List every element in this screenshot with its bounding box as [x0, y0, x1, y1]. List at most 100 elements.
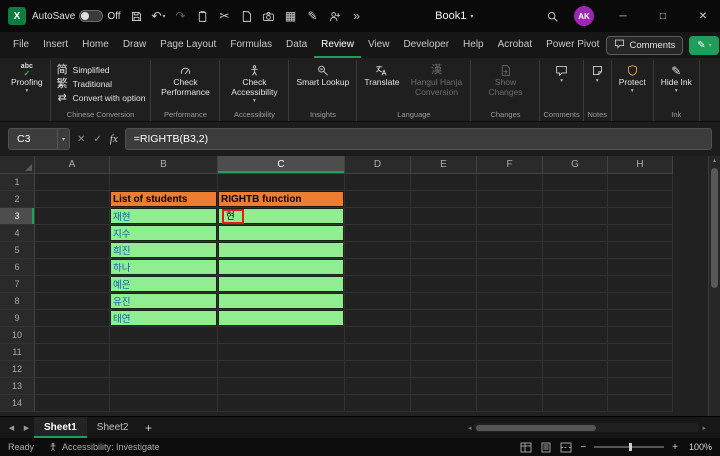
cell-B7[interactable]: 예은: [110, 276, 218, 293]
cell-D8[interactable]: [345, 293, 411, 310]
borders-icon[interactable]: ▦: [281, 5, 301, 27]
cell-A7[interactable]: [35, 276, 110, 293]
cell-C7[interactable]: [218, 276, 345, 293]
vertical-scroll-thumb[interactable]: [711, 168, 718, 288]
tab-power-pivot[interactable]: Power Pivot: [539, 32, 606, 58]
workbook-title[interactable]: Book1 ▾: [435, 10, 473, 22]
row-header-7[interactable]: 7: [0, 276, 35, 293]
tab-acrobat[interactable]: Acrobat: [491, 32, 539, 58]
cell-D1[interactable]: [345, 174, 411, 191]
cell-A11[interactable]: [35, 344, 110, 361]
cell-C6[interactable]: [218, 259, 345, 276]
new-sheet-button[interactable]: +: [139, 419, 159, 437]
protect-button[interactable]: Protect ▾: [615, 60, 650, 108]
cell-C14[interactable]: [218, 395, 345, 412]
cell-E7[interactable]: [411, 276, 477, 293]
cell-E14[interactable]: [411, 395, 477, 412]
cell-H2[interactable]: [608, 191, 673, 208]
minimize-button[interactable]: ─: [606, 0, 640, 32]
tab-home[interactable]: Home: [75, 32, 116, 58]
cell-G7[interactable]: [543, 276, 608, 293]
scissors-icon[interactable]: ✂: [215, 5, 235, 27]
draw-icon[interactable]: ✎: [303, 5, 323, 27]
vertical-scrollbar[interactable]: ▴: [708, 156, 720, 416]
page-break-view-icon[interactable]: [560, 442, 572, 453]
avatar[interactable]: AK: [574, 6, 594, 26]
cell-A6[interactable]: [35, 259, 110, 276]
cell-D10[interactable]: [345, 327, 411, 344]
sheet-nav-right-icon[interactable]: ▶: [19, 424, 34, 432]
cell-C2[interactable]: RIGHTB function: [218, 191, 345, 208]
cell-H11[interactable]: [608, 344, 673, 361]
cell-G12[interactable]: [543, 361, 608, 378]
cell-H10[interactable]: [608, 327, 673, 344]
notes-button[interactable]: ▾: [587, 60, 608, 108]
cell-D7[interactable]: [345, 276, 411, 293]
cell-E3[interactable]: [411, 208, 477, 225]
cell-C5[interactable]: [218, 242, 345, 259]
tab-developer[interactable]: Developer: [396, 32, 456, 58]
page-layout-view-icon[interactable]: [540, 442, 552, 453]
hangul-hanja-conversion-button[interactable]: 漢 Hangul Hanja Conversion: [405, 60, 467, 108]
hide-ink-button[interactable]: ✎ Hide Ink ▾: [657, 60, 696, 108]
tab-draw[interactable]: Draw: [116, 32, 153, 58]
zoom-slider[interactable]: [594, 443, 665, 451]
name-box[interactable]: C3 ▾: [8, 128, 70, 150]
cell-E10[interactable]: [411, 327, 477, 344]
cell-H5[interactable]: [608, 242, 673, 259]
zoom-level[interactable]: 100%: [686, 442, 712, 452]
column-header-f[interactable]: F: [477, 156, 543, 174]
cell-E11[interactable]: [411, 344, 477, 361]
tab-file[interactable]: File: [6, 32, 36, 58]
cell-B3[interactable]: 재현: [110, 208, 218, 225]
cell-E5[interactable]: [411, 242, 477, 259]
cell-C4[interactable]: [218, 225, 345, 242]
cell-G2[interactable]: [543, 191, 608, 208]
row-header-5[interactable]: 5: [0, 242, 35, 259]
cell-G6[interactable]: [543, 259, 608, 276]
cell-H9[interactable]: [608, 310, 673, 327]
cell-B11[interactable]: [110, 344, 218, 361]
row-header-10[interactable]: 10: [0, 327, 35, 344]
more-icon[interactable]: »: [347, 5, 367, 27]
convert-with-option-button[interactable]: ⇄ Convert with option: [54, 92, 148, 105]
cell-B5[interactable]: 희진: [110, 242, 218, 259]
cell-D13[interactable]: [345, 378, 411, 395]
cell-C10[interactable]: [218, 327, 345, 344]
column-header-e[interactable]: E: [411, 156, 477, 174]
scroll-up-icon[interactable]: ▴: [709, 156, 720, 166]
column-header-a[interactable]: A: [35, 156, 110, 174]
close-button[interactable]: ✕: [686, 0, 720, 32]
cell-H8[interactable]: [608, 293, 673, 310]
accessibility-status[interactable]: Accessibility: Investigate: [48, 442, 160, 452]
cell-E12[interactable]: [411, 361, 477, 378]
row-header-11[interactable]: 11: [0, 344, 35, 361]
row-header-3[interactable]: 3: [0, 208, 35, 225]
redo-icon[interactable]: ↷: [171, 5, 191, 27]
cell-A12[interactable]: [35, 361, 110, 378]
cell-H6[interactable]: [608, 259, 673, 276]
sheet-nav-left-icon[interactable]: ◀: [4, 424, 19, 432]
row-header-6[interactable]: 6: [0, 259, 35, 276]
cell-E13[interactable]: [411, 378, 477, 395]
tab-data[interactable]: Data: [279, 32, 314, 58]
hscroll-left-icon[interactable]: ◂: [468, 424, 472, 432]
cell-E9[interactable]: [411, 310, 477, 327]
tab-review[interactable]: Review: [314, 32, 361, 58]
row-header-2[interactable]: 2: [0, 191, 35, 208]
smart-lookup-button[interactable]: Smart Lookup: [292, 60, 353, 108]
sheet-tab-sheet2[interactable]: Sheet2: [87, 417, 139, 438]
cell-E4[interactable]: [411, 225, 477, 242]
cell-C8[interactable]: [218, 293, 345, 310]
cell-D11[interactable]: [345, 344, 411, 361]
save-icon[interactable]: [127, 5, 147, 27]
cell-D6[interactable]: [345, 259, 411, 276]
cell-G5[interactable]: [543, 242, 608, 259]
cell-H13[interactable]: [608, 378, 673, 395]
cell-F14[interactable]: [477, 395, 543, 412]
column-header-c[interactable]: C: [218, 156, 345, 174]
maximize-button[interactable]: □: [646, 0, 680, 32]
column-header-g[interactable]: G: [543, 156, 608, 174]
cell-A10[interactable]: [35, 327, 110, 344]
row-header-9[interactable]: 9: [0, 310, 35, 327]
